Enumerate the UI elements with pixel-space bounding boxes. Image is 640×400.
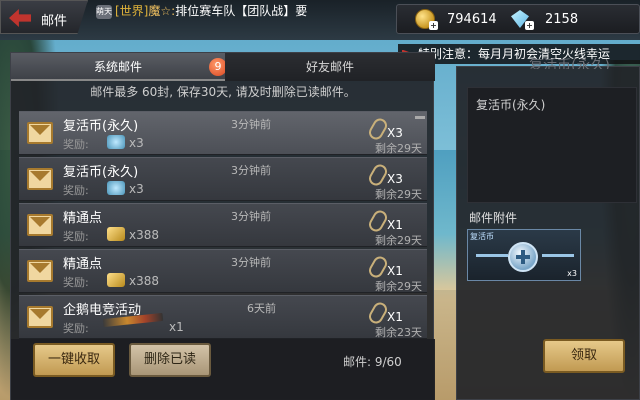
world-chat-ticker[interactable]: 萌天 [世界]魔☆:排位赛车队【团队战】要	[96, 2, 366, 20]
revive-coin-icon	[107, 181, 125, 195]
collect-all-button[interactable]: 一键收取	[33, 343, 115, 377]
detail-title: 复活币(永久)	[529, 58, 610, 69]
mail-item[interactable]: 精通点 3分钟前 奖励: x388 X1 剩余29天	[19, 203, 427, 247]
envelope-icon	[27, 306, 53, 328]
mail-body-text: 复活币(永久)	[476, 98, 546, 112]
mail-detail-panel: 复活币(永久) 复活币(永久) 邮件附件 复活币 x3 领取	[456, 58, 640, 400]
mail-item[interactable]: 复活币(永久) 3分钟前 奖励: x3 X3 剩余29天	[19, 111, 427, 155]
chat-channel: [世界]	[115, 4, 149, 18]
reward-quantity: x1	[169, 320, 184, 334]
mail-title: 精通点	[63, 211, 103, 226]
reward-quantity: x388	[129, 228, 160, 242]
envelope-icon	[27, 214, 53, 236]
attachment-quantity: X3	[387, 126, 403, 140]
attachment-quantity: X1	[387, 310, 403, 324]
mail-content: 复活币(永久)	[467, 87, 637, 203]
tab-label: 好友邮件	[305, 60, 354, 74]
attachments-label: 邮件附件	[469, 211, 518, 225]
currency-bar: + 794614 + 2158	[396, 4, 640, 34]
attachment-quantity: X1	[387, 218, 403, 232]
reward-label: 奖励:	[63, 230, 89, 243]
wing-right-icon	[542, 254, 574, 257]
mail-time: 3分钟前	[231, 118, 271, 131]
mail-title: 精通点	[63, 257, 103, 272]
mail-panel: 系统邮件 9 好友邮件 邮件最多 60封, 保存30天, 请及时删除已读邮件。 …	[10, 52, 435, 400]
reward-label: 奖励:	[63, 138, 89, 151]
envelope-icon	[27, 122, 53, 144]
attachment-quantity: X3	[387, 172, 403, 186]
plus-icon	[516, 250, 530, 264]
back-arrow-icon	[9, 9, 31, 27]
mail-item[interactable]: 精通点 3分钟前 奖励: x388 X1 剩余29天	[19, 249, 427, 293]
attachment-quantity: X1	[387, 264, 403, 278]
days-remaining: 剩余29天	[375, 188, 422, 201]
mail-tabs: 系统邮件 9 好友邮件	[11, 53, 435, 81]
days-remaining: 剩余23天	[375, 326, 422, 339]
tab-friend-mail[interactable]: 好友邮件	[225, 53, 435, 81]
days-remaining: 剩余29天	[375, 234, 422, 247]
mail-time: 6天前	[247, 302, 276, 315]
reward-quantity: x388	[129, 274, 160, 288]
tab-label: 系统邮件	[93, 60, 142, 74]
tab-system-mail[interactable]: 系统邮件 9	[11, 53, 227, 81]
mail-title: 复活币(永久)	[63, 165, 139, 180]
mail-time: 3分钟前	[231, 210, 271, 223]
mail-title: 企鹅电竞活动	[63, 303, 142, 318]
back-button[interactable]: 邮件	[0, 0, 88, 34]
envelope-icon	[27, 260, 53, 282]
mastery-point-icon	[107, 227, 125, 241]
mail-item[interactable]: 复活币(永久) 3分钟前 奖励: x3 X3 剩余29天	[19, 157, 427, 201]
mail-time: 3分钟前	[231, 256, 271, 269]
gem-balance: 2158	[545, 12, 579, 27]
mail-count: 邮件: 9/60	[343, 355, 402, 369]
envelope-icon	[27, 168, 53, 190]
coin-balance: 794614	[447, 12, 497, 27]
days-remaining: 剩余29天	[375, 280, 422, 293]
days-remaining: 剩余29天	[375, 142, 422, 155]
chat-message: 排位赛车队【团队战】要	[175, 4, 308, 18]
selection-marker	[415, 116, 425, 119]
revive-coin-icon	[107, 135, 125, 149]
add-coins-icon[interactable]: +	[429, 21, 438, 30]
page-title: 邮件	[41, 14, 68, 29]
claim-button[interactable]: 领取	[543, 339, 625, 373]
reward-quantity: x3	[129, 136, 144, 150]
reward-label: 奖励:	[63, 322, 89, 335]
chat-avatar: 萌天	[96, 4, 112, 19]
mail-item[interactable]: 企鹅电竞活动 6天前 奖励: x1 X1 剩余23天	[19, 295, 427, 339]
top-bar: 邮件 萌天 [世界]魔☆:排位赛车队【团队战】要 + 794614 + 2158	[0, 0, 640, 40]
mastery-point-icon	[107, 273, 125, 287]
mail-limit-info: 邮件最多 60封, 保存30天, 请及时删除已读邮件。	[90, 85, 356, 99]
chat-sender: 魔☆:	[148, 4, 176, 18]
mail-title: 复活币(永久)	[63, 119, 139, 134]
mail-time: 3分钟前	[231, 164, 271, 177]
attachment-name: 复活币	[470, 232, 494, 241]
reward-label: 奖励:	[63, 276, 89, 289]
delete-read-button[interactable]: 删除已读	[129, 343, 211, 377]
attachment-card[interactable]: 复活币 x3	[467, 229, 581, 281]
reward-label: 奖励:	[63, 184, 89, 197]
add-gems-icon[interactable]: +	[525, 21, 534, 30]
wing-left-icon	[476, 254, 508, 257]
attachment-quantity: x3	[567, 269, 577, 278]
reward-quantity: x3	[129, 182, 144, 196]
